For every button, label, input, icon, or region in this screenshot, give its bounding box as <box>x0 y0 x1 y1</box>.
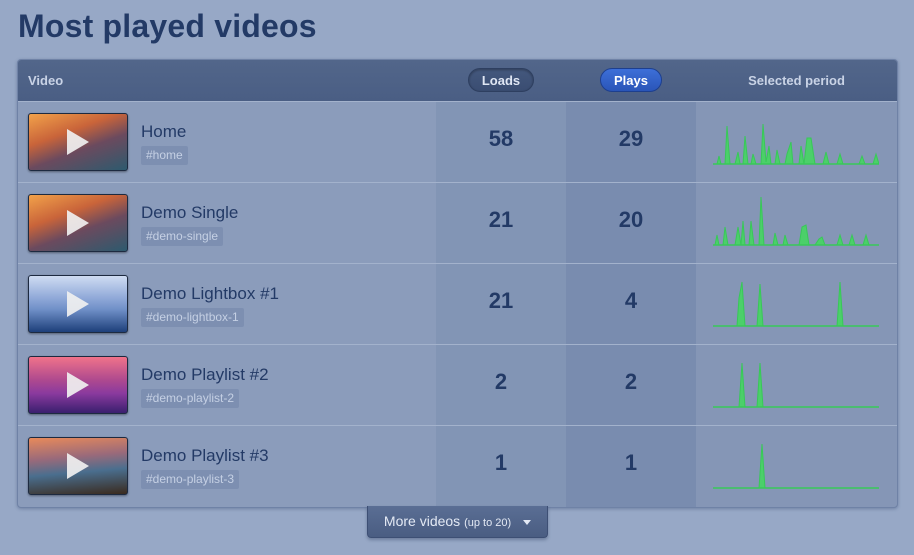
sparkline <box>713 123 879 165</box>
table-row[interactable]: Demo Lightbox #1 #demo-lightbox-1 21 4 <box>18 263 897 345</box>
header-selected-period: Selected period <box>748 73 845 88</box>
sparkline-area <box>713 362 879 408</box>
play-icon <box>67 129 89 155</box>
sparkline <box>713 197 879 246</box>
sparkline <box>713 443 879 489</box>
table-row[interactable]: Demo Playlist #2 #demo-playlist-2 2 2 <box>18 344 897 426</box>
caret-down-icon <box>523 519 532 525</box>
video-tag: #demo-lightbox-1 <box>141 308 244 327</box>
sparkline <box>713 281 879 327</box>
table-row[interactable]: Demo Playlist #3 #demo-playlist-3 1 1 <box>18 425 897 507</box>
header-video: Video <box>28 73 64 88</box>
table-header: Video Loads Plays Selected period <box>18 60 897 102</box>
video-title[interactable]: Home <box>141 122 186 142</box>
loads-count: 1 <box>494 450 508 475</box>
video-thumbnail[interactable] <box>28 356 128 414</box>
table-row[interactable]: Demo Single #demo-single 21 20 <box>18 182 897 264</box>
sparkline-area <box>713 443 879 489</box>
video-thumbnail[interactable] <box>28 113 128 171</box>
play-icon <box>67 372 89 398</box>
sparkline-area <box>713 281 879 327</box>
plays-count: 29 <box>618 126 644 151</box>
play-icon <box>67 210 89 236</box>
video-title[interactable]: Demo Single <box>141 203 238 223</box>
loads-count: 21 <box>488 207 514 232</box>
video-title[interactable]: Demo Playlist #3 <box>141 446 269 466</box>
page-title: Most played videos <box>18 8 317 44</box>
plays-count: 4 <box>624 288 638 313</box>
video-tag: #demo-single <box>141 227 224 246</box>
more-videos-button[interactable]: More videos (up to 20) <box>367 506 548 538</box>
more-videos-note: (up to 20) <box>464 517 512 529</box>
sort-plays-button[interactable]: Plays <box>600 68 662 92</box>
sort-loads-button[interactable]: Loads <box>468 68 534 92</box>
plays-count: 2 <box>624 369 638 394</box>
videos-table: Video Loads Plays Selected period Home #… <box>17 59 898 508</box>
video-thumbnail[interactable] <box>28 437 128 495</box>
sparkline-area <box>713 123 879 165</box>
video-title[interactable]: Demo Playlist #2 <box>141 365 269 385</box>
more-videos-label: More videos <box>383 513 461 529</box>
play-icon <box>67 291 89 317</box>
plays-count: 1 <box>624 450 638 475</box>
video-tag: #demo-playlist-3 <box>141 470 240 489</box>
table-row[interactable]: Home #home 58 29 <box>18 101 897 183</box>
play-icon <box>67 453 89 479</box>
video-tag: #demo-playlist-2 <box>141 389 240 408</box>
video-thumbnail[interactable] <box>28 275 128 333</box>
plays-count: 20 <box>618 207 644 232</box>
video-thumbnail[interactable] <box>28 194 128 252</box>
video-title[interactable]: Demo Lightbox #1 <box>141 284 279 304</box>
loads-count: 21 <box>488 288 514 313</box>
sparkline-area <box>713 197 879 246</box>
video-tag: #home <box>141 146 188 165</box>
sparkline <box>713 362 879 408</box>
loads-count: 2 <box>494 369 508 394</box>
loads-count: 58 <box>488 126 514 151</box>
